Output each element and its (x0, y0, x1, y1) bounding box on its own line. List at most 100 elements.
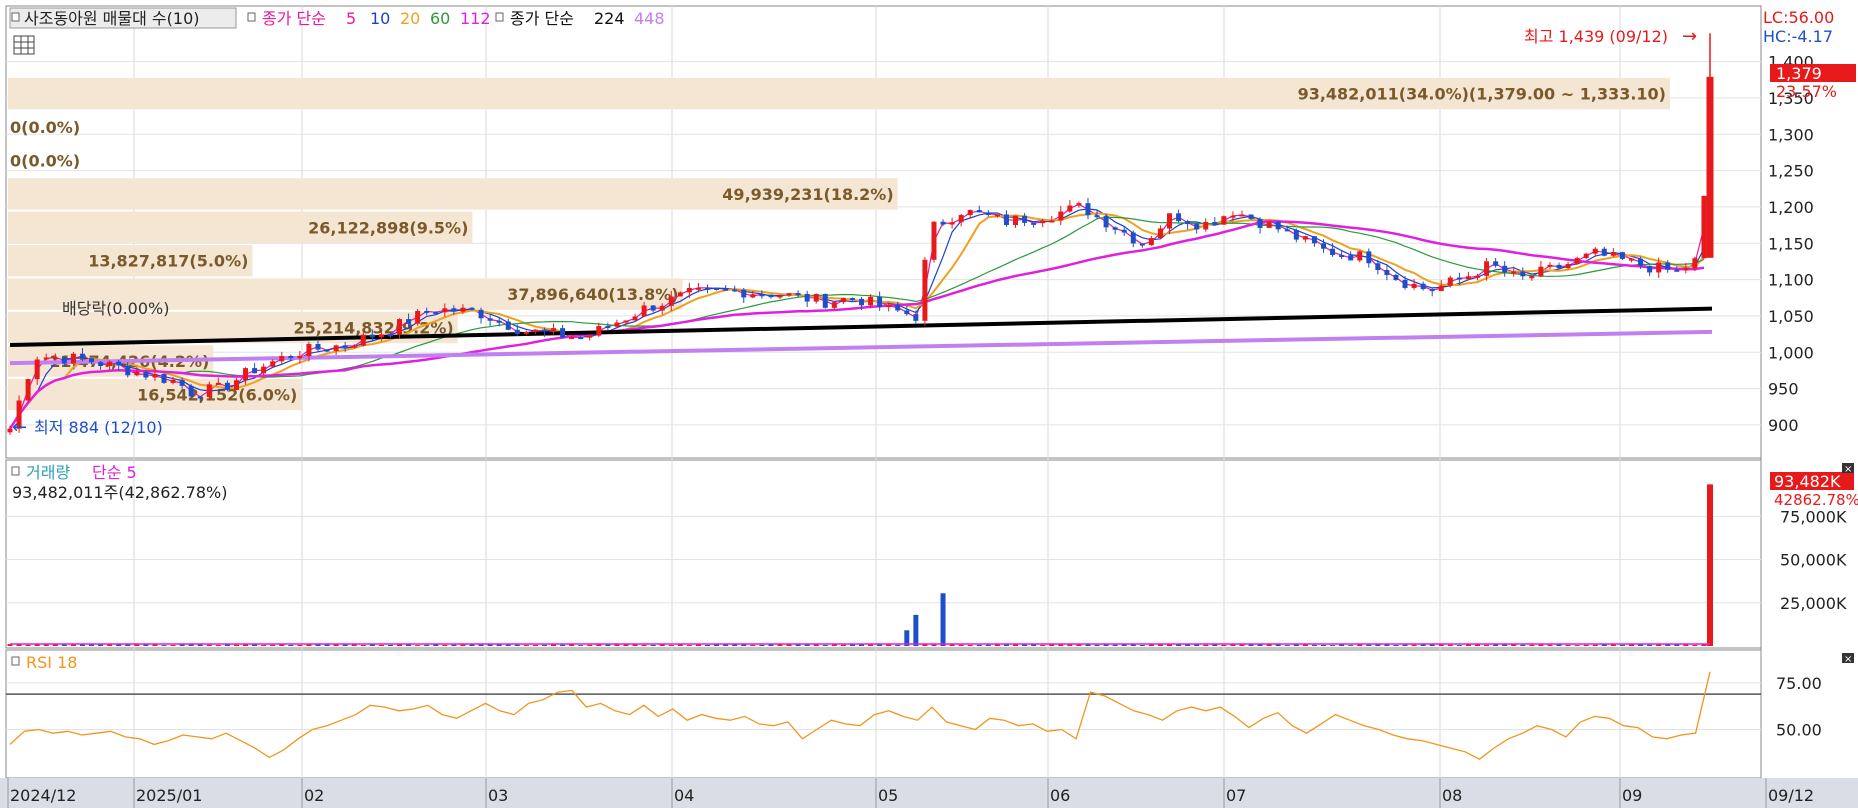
candle-body (1058, 211, 1064, 221)
profile-label: 0(0.0%) (10, 118, 80, 137)
volume-bar (1330, 645, 1336, 646)
candle-body (795, 293, 801, 296)
candle-body (768, 294, 774, 298)
candle-body-last (1706, 76, 1714, 258)
candle-body (1610, 252, 1616, 256)
candle-body (578, 337, 584, 340)
volume-bar (931, 644, 937, 646)
candle-body (940, 221, 946, 225)
hc-label: HC:-4.17 (1763, 27, 1833, 46)
candle-body (1565, 264, 1571, 269)
rsi-title: RSI 18 (26, 653, 77, 672)
candle-body (551, 328, 557, 332)
candle-body (333, 345, 339, 351)
x-tick-label: 07 (1226, 786, 1246, 805)
volume-bar (822, 644, 828, 646)
profile-label: 93,482,011(34.0%)(1,379.00 ~ 1,333.10) (1298, 85, 1666, 104)
candle-body (949, 222, 955, 225)
candle-body (1103, 216, 1109, 228)
volume-bar (650, 644, 656, 646)
candle-body (433, 311, 439, 314)
candle-body (1683, 268, 1689, 271)
candle-body (152, 373, 158, 378)
ma-legend-60: 60 (430, 9, 450, 28)
volume-bar (1538, 644, 1544, 646)
candle-body (532, 329, 538, 332)
candle-body (25, 379, 31, 401)
candle-body (741, 289, 747, 298)
candle-body (261, 366, 267, 374)
profile-label: 13,827,817(5.0%) (88, 252, 248, 271)
volume-bar (297, 644, 303, 646)
candle-body (1547, 264, 1553, 267)
volume-bar (270, 644, 276, 646)
rsi-panel[interactable] (5, 649, 1762, 779)
candle-body (1230, 215, 1236, 218)
candle-body (306, 343, 312, 357)
candle-body (387, 334, 393, 337)
candle-body (967, 210, 973, 216)
candle-body (623, 320, 629, 323)
candle-body (786, 293, 792, 296)
volume-bar (750, 644, 756, 646)
x-tick-label: 2024/12 (10, 786, 76, 805)
volume-bar (215, 645, 221, 646)
candle-body (233, 380, 239, 390)
close-volume-panel-icon[interactable]: × (1842, 463, 1854, 475)
volume-tick-label: 75,000K (1780, 507, 1847, 526)
candle-body (1411, 283, 1417, 288)
candle-body (904, 310, 910, 315)
volume-bar (913, 614, 919, 646)
svg-text:×: × (1844, 654, 1852, 665)
volume-bar (360, 644, 366, 646)
volume-bar (1393, 644, 1399, 646)
candle-body (1348, 255, 1354, 261)
volume-bar (415, 645, 421, 646)
volume-bar (587, 644, 593, 646)
candle-body (451, 308, 457, 312)
price-tick-label: 1,250 (1768, 162, 1814, 181)
volume-bar (1456, 645, 1462, 646)
candle-body (170, 379, 176, 383)
candle-body (116, 361, 122, 366)
candle-body (1085, 203, 1091, 216)
candle-body (89, 358, 95, 363)
volume-bar (1040, 644, 1046, 646)
volume-bar (985, 644, 991, 646)
candle-body (1384, 269, 1390, 275)
volume-last-pct: 42862.78% (1774, 491, 1858, 509)
candle-body (1592, 248, 1598, 254)
volume-bar (514, 644, 520, 646)
volume-panel[interactable] (5, 459, 1762, 649)
volume-bar-last (1707, 484, 1713, 646)
volume-bar (442, 644, 448, 646)
candle-body (1013, 215, 1019, 226)
candle-body (487, 318, 493, 321)
candle-body (1628, 258, 1634, 261)
candle-body (632, 316, 638, 321)
candle-body (1311, 236, 1317, 244)
candle-body (1239, 214, 1245, 217)
stock-chart[interactable]: 93,482,011(34.0%)(1,379.00 ~ 1,333.10) 0(… (0, 0, 1858, 808)
volume-bar (206, 644, 212, 646)
candle-body (659, 305, 665, 311)
candle-body (505, 321, 511, 330)
volume-bar (1094, 644, 1100, 646)
candle-body (279, 356, 285, 362)
close-rsi-panel-icon[interactable]: × (1842, 653, 1854, 665)
candle-body (695, 287, 701, 290)
lc-label: LC:56.00 (1763, 8, 1834, 27)
candle-body (197, 396, 203, 399)
candle-body (1212, 222, 1218, 225)
volume-ma-label: 단순 5 (92, 463, 137, 482)
candle-body (98, 362, 104, 366)
candle-body (1574, 258, 1580, 265)
volume-bar (25, 644, 31, 646)
candle-body (804, 293, 810, 302)
grid-toggle-icon[interactable] (13, 35, 35, 55)
candle-body (1112, 227, 1118, 230)
candle-body (1302, 236, 1308, 240)
price-tick-label: 1,050 (1768, 307, 1814, 326)
candle-body (1529, 276, 1535, 279)
candle-body (1438, 285, 1444, 292)
